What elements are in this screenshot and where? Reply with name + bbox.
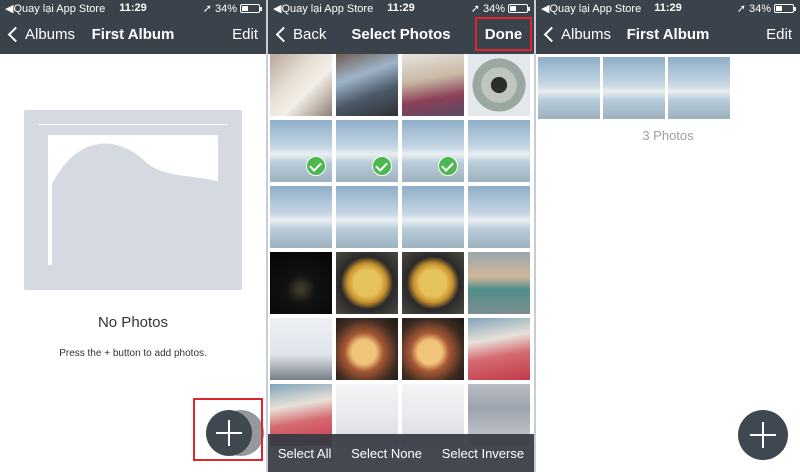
- edit-button[interactable]: Edit: [232, 26, 258, 43]
- beach-photo[interactable]: [336, 120, 398, 182]
- chevron-left-icon: [275, 26, 292, 43]
- status-right: ➚ 34%: [470, 2, 530, 15]
- beach-photo[interactable]: [270, 120, 332, 182]
- chevron-left-icon: [543, 26, 560, 43]
- select-photos-screen: ◀Quay lại App Store 11:29 ➚ 34% Back Sel…: [268, 0, 534, 472]
- nav-bar: Back Select Photos Done: [268, 17, 534, 54]
- photo-count: 3 Photos: [642, 128, 694, 143]
- add-photos-button[interactable]: [738, 410, 788, 460]
- battery-percent: 34%: [214, 2, 237, 15]
- back-label: Albums: [561, 26, 612, 43]
- edit-button[interactable]: Edit: [766, 26, 792, 43]
- omelette-photo[interactable]: [402, 252, 464, 314]
- battery-percent: 34%: [748, 2, 771, 15]
- album-photo[interactable]: [668, 57, 730, 119]
- battery-percent: 34%: [482, 2, 505, 15]
- food-table-photo[interactable]: [402, 318, 464, 380]
- beach-photo[interactable]: [402, 120, 464, 182]
- status-bar: ◀Quay lại App Store 11:29 ➚ 34%: [268, 0, 534, 17]
- location-arrow-icon: ➚: [736, 3, 746, 15]
- done-button[interactable]: Done: [475, 17, 532, 51]
- checkmark-icon: [372, 156, 392, 176]
- screen-photo[interactable]: [270, 318, 332, 380]
- header: ◀Quay lại App Store 11:29 ➚ 34% Back Sel…: [268, 0, 534, 54]
- empty-title: No Photos: [97, 314, 169, 331]
- albums-back-button[interactable]: Albums: [542, 26, 611, 43]
- highlight-box: [193, 398, 263, 461]
- select-all-button[interactable]: Select All: [278, 446, 331, 461]
- beach-photo[interactable]: [336, 186, 398, 248]
- plus-icon: [750, 422, 776, 448]
- battery-icon: [774, 4, 796, 13]
- beach-photo[interactable]: [270, 186, 332, 248]
- back-label: Back: [293, 26, 327, 43]
- checkmark-icon: [306, 156, 326, 176]
- placeholder-image-icon: [38, 124, 228, 274]
- header: ◀Quay lại App Store 11:29 ➚ 34% Albums F…: [0, 0, 266, 54]
- select-none-button[interactable]: Select None: [351, 446, 422, 461]
- status-right: ➚ 34%: [736, 2, 796, 15]
- beach-photo[interactable]: [468, 186, 530, 248]
- album-photo[interactable]: [603, 57, 665, 119]
- location-arrow-icon: ➚: [470, 3, 480, 15]
- albums-back-button[interactable]: Albums: [6, 26, 75, 43]
- checkmark-icon: [438, 156, 458, 176]
- food-table-photo[interactable]: [336, 318, 398, 380]
- empty-subtitle: Press the + button to add photos.: [59, 348, 207, 359]
- nav-bar: Albums First Album Edit: [536, 17, 800, 54]
- cup-photo[interactable]: [270, 54, 332, 116]
- desk-laptop-photo[interactable]: [336, 54, 398, 116]
- back-label: Albums: [25, 26, 76, 43]
- album-photo[interactable]: [538, 57, 600, 119]
- status-bar: ◀Quay lại App Store 11:29 ➚ 34%: [536, 0, 800, 17]
- select-inverse-button[interactable]: Select Inverse: [442, 446, 524, 461]
- beach-photo[interactable]: [402, 186, 464, 248]
- header: ◀Quay lại App Store 11:29 ➚ 34% Albums F…: [536, 0, 800, 54]
- nav-bar: Albums First Album Edit: [0, 17, 266, 54]
- interior-room-photo[interactable]: [402, 54, 464, 116]
- omelette-photo[interactable]: [336, 252, 398, 314]
- album-with-photos-screen: ◀Quay lại App Store 11:29 ➚ 34% Albums F…: [536, 0, 800, 472]
- building-photo[interactable]: [468, 252, 530, 314]
- status-bar: ◀Quay lại App Store 11:29 ➚ 34%: [0, 0, 266, 17]
- battery-icon: [240, 4, 262, 13]
- selection-toolbar: Select All Select None Select Inverse: [268, 434, 534, 472]
- location-arrow-icon: ➚: [202, 3, 212, 15]
- empty-album-screen: ◀Quay lại App Store 11:29 ➚ 34% Albums F…: [0, 0, 266, 472]
- empty-photo-placeholder: [24, 110, 242, 290]
- toys-photo[interactable]: [468, 318, 530, 380]
- beach-photo[interactable]: [468, 120, 530, 182]
- chevron-left-icon: [7, 26, 24, 43]
- back-button[interactable]: Back: [274, 26, 326, 43]
- battery-icon: [508, 4, 530, 13]
- status-right: ➚ 34%: [202, 2, 262, 15]
- night-photo[interactable]: [270, 252, 332, 314]
- fisheye-photo[interactable]: [468, 54, 530, 116]
